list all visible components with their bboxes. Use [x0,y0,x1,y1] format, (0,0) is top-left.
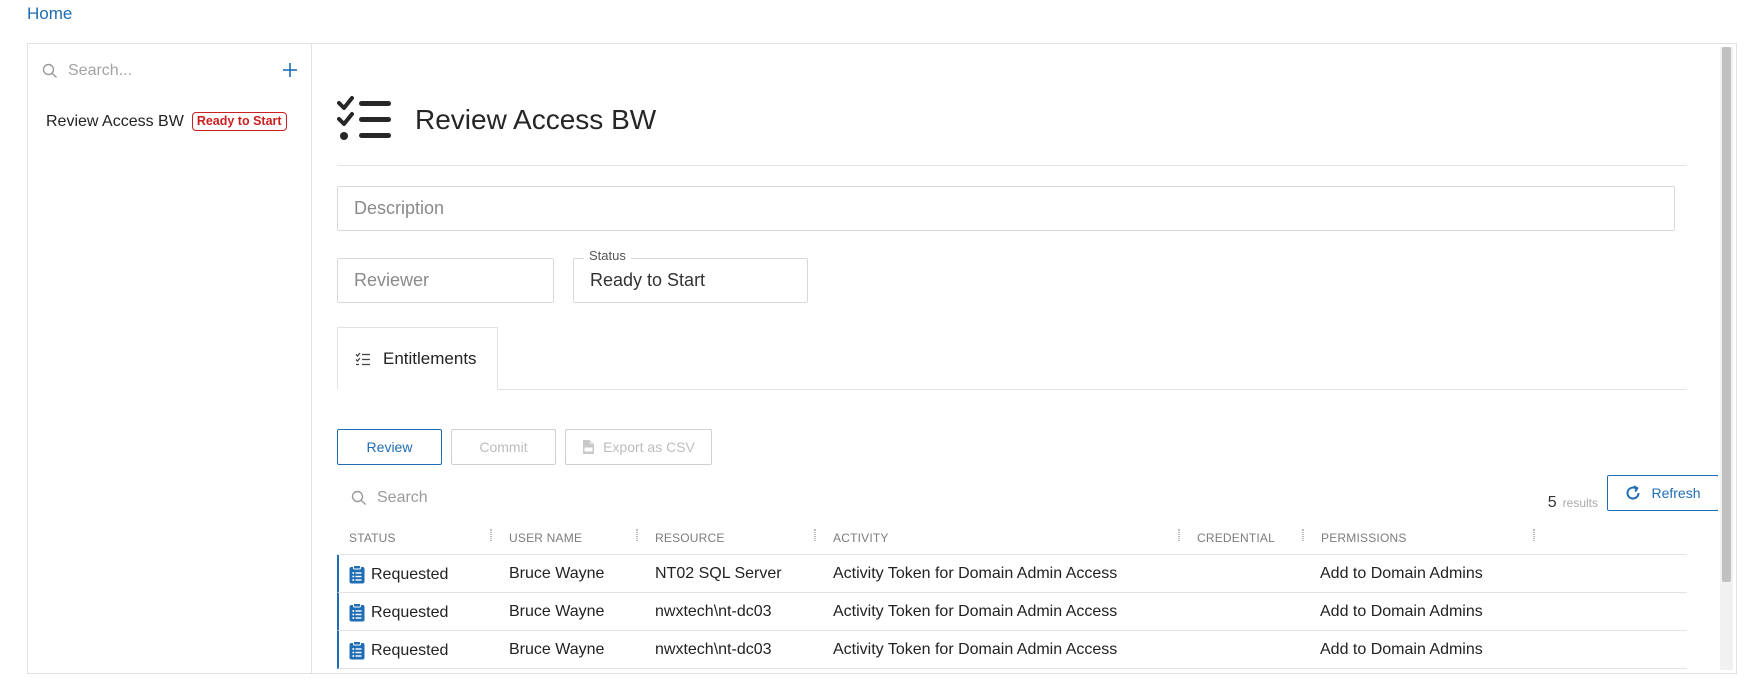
review-panel: Review Access BW Ready to Start Review A… [27,43,1737,674]
status-text: Requested [371,603,449,621]
tabs-divider [337,389,1687,390]
export-label: Export as CSV [603,439,695,455]
status-cell: Requested [349,603,448,622]
table-header: STATUS USER NAME RESOURCE ACTIVITY CREDE… [337,522,1687,555]
column-header-credential[interactable]: CREDENTIAL [1197,531,1275,545]
user-name-cell: Bruce Wayne [509,641,605,658]
table-row[interactable]: Requested Bruce Wayne nwxtech\nt-dc03 Ac… [337,631,1687,669]
entitlements-table: STATUS USER NAME RESOURCE ACTIVITY CREDE… [337,522,1687,669]
clipboard-list-icon [349,641,365,660]
page-title: Review Access BW [415,104,657,135]
vertical-scrollbar[interactable] [1720,47,1733,670]
results-count: 5 results [1548,494,1598,512]
column-resize-handle[interactable] [490,529,492,541]
tab-label: Entitlements [383,348,477,368]
refresh-icon [1627,485,1640,500]
search-icon [42,63,57,78]
reviewer-input[interactable] [354,270,553,291]
refresh-button[interactable]: Refresh [1607,475,1718,511]
column-header-user-name[interactable]: USER NAME [509,531,582,545]
status-text: Requested [371,565,449,583]
list-check-icon [355,352,370,365]
scrollbar-thumb[interactable] [1722,47,1731,582]
checklist-icon [337,96,391,140]
refresh-label: Refresh [1651,485,1701,501]
resource-cell: nwxtech\nt-dc03 [655,603,772,620]
sidebar-item-review-access-bw[interactable]: Review Access BW Ready to Start [46,112,287,131]
add-review-button[interactable] [277,57,303,83]
tab-entitlements[interactable]: Entitlements [337,327,498,390]
column-header-resource[interactable]: RESOURCE [655,531,725,545]
column-resize-handle[interactable] [1178,529,1180,541]
status-value: Ready to Start [590,270,706,290]
plus-icon [283,63,297,77]
activity-cell: Activity Token for Domain Admin Access [833,641,1118,658]
clipboard-list-icon [349,565,365,584]
sidebar-item-label: Review Access BW [46,112,184,130]
clipboard-list-icon [349,603,365,622]
table-row[interactable]: Requested Bruce Wayne nwxtech\nt-dc03 Ac… [337,593,1687,631]
activity-cell: Activity Token for Domain Admin Access [833,565,1118,582]
activity-cell: Activity Token for Domain Admin Access [833,603,1118,620]
column-resize-handle[interactable] [1302,529,1304,541]
reviewer-field[interactable] [337,258,554,303]
status-cell: Requested [349,565,448,584]
status-select[interactable]: Status Ready to Start [573,248,808,303]
column-resize-handle[interactable] [1533,529,1535,541]
results-label: results [1562,496,1598,510]
user-name-cell: Bruce Wayne [509,603,605,620]
permissions-cell: Add to Domain Admins [1320,641,1483,658]
permissions-cell: Add to Domain Admins [1320,603,1483,620]
export-csv-button[interactable]: Export as CSV [565,429,712,465]
resource-cell: nwxtech\nt-dc03 [655,641,772,658]
title-row: Review Access BW [337,96,656,144]
resource-cell: NT02 SQL Server [655,565,782,582]
sidebar-search-input[interactable] [68,62,258,80]
review-button[interactable]: Review [337,429,442,465]
table-row[interactable]: Requested Bruce Wayne NT02 SQL Server Ac… [337,555,1687,593]
column-resize-handle[interactable] [814,529,816,541]
commit-button[interactable]: Commit [451,429,556,465]
permissions-cell: Add to Domain Admins [1320,565,1483,582]
status-cell: Requested [349,641,448,660]
user-name-cell: Bruce Wayne [509,565,605,582]
status-badge: Ready to Start [191,112,287,131]
grid-search[interactable] [351,489,637,507]
column-resize-handle[interactable] [636,529,638,541]
column-header-activity[interactable]: ACTIVITY [833,531,889,545]
title-divider [337,165,1687,166]
main-content: Review Access BW Status Ready to Start E… [313,44,1718,673]
sidebar: Review Access BW Ready to Start [28,44,312,673]
search-icon [351,490,366,505]
sidebar-search[interactable] [42,58,272,84]
grid-search-input[interactable] [377,489,637,507]
results-number: 5 [1547,494,1557,511]
breadcrumb-home[interactable]: Home [27,4,72,24]
status-text: Requested [371,641,449,659]
status-legend: Status [584,248,631,263]
column-header-permissions[interactable]: PERMISSIONS [1321,531,1407,545]
csv-file-icon [583,440,595,454]
description-input[interactable] [354,198,1674,219]
column-header-status[interactable]: STATUS [349,531,396,545]
description-field[interactable] [337,186,1675,231]
